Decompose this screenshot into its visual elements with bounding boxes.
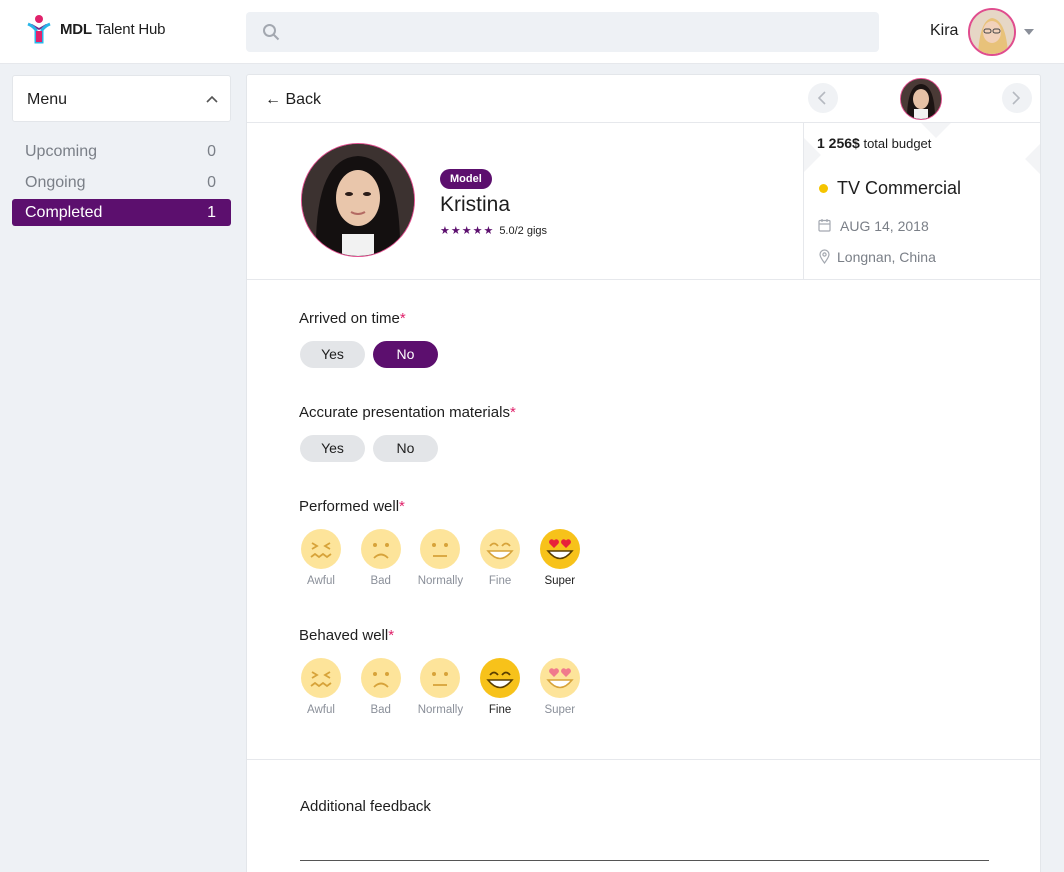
- star-icon: ★★★★★: [440, 225, 495, 237]
- feedback-label: Additional feedback: [300, 798, 431, 815]
- sidebar-item-count: 0: [207, 174, 216, 191]
- talent-photo: [301, 143, 415, 257]
- chevron-down-icon[interactable]: [1024, 29, 1034, 35]
- user-avatar[interactable]: [968, 8, 1016, 56]
- question-arrived-label: Arrived on time*: [299, 310, 406, 327]
- talent-name: Kristina: [440, 193, 511, 216]
- user-name[interactable]: Kira: [930, 22, 958, 40]
- performed-normally-label: Normally: [417, 575, 464, 587]
- next-talent-button[interactable]: [1002, 83, 1032, 113]
- logo-text: MDL Talent Hub: [60, 20, 166, 38]
- awful-face-icon: [301, 529, 341, 569]
- back-button[interactable]: ← Back: [265, 91, 321, 109]
- status-dot: [819, 184, 828, 193]
- normally-face-icon: [420, 529, 461, 569]
- super-face-icon: [539, 529, 580, 569]
- prev-talent-button[interactable]: [808, 83, 838, 113]
- performed-awful-label: Awful: [307, 575, 335, 587]
- performed-bad-option[interactable]: [360, 528, 402, 570]
- sidebar-item-ongoing[interactable]: Ongoing 0: [12, 169, 231, 196]
- chevron-left-icon: [817, 91, 826, 105]
- gig-title: TV Commercial: [837, 178, 962, 198]
- performed-super-label: Super: [544, 575, 576, 587]
- review-card: ← Back Model Kristina ★★★★★ 5.0/2 gigs 1…: [246, 74, 1041, 872]
- role-badge: Model: [440, 169, 492, 189]
- normally-face-icon: [420, 658, 461, 698]
- menu-header[interactable]: Menu: [12, 75, 231, 122]
- question-performed-label: Performed well*: [299, 498, 405, 515]
- chevron-up-icon[interactable]: [206, 95, 218, 103]
- review-topbar: ← Back: [247, 75, 1040, 123]
- behaved-normally-option[interactable]: [419, 657, 461, 699]
- gig-budget: 1 256$ total budget: [817, 135, 932, 151]
- performed-fine-label: Fine: [488, 575, 512, 587]
- gig-location: Longnan, China: [837, 249, 936, 265]
- awful-face-icon: [301, 658, 341, 698]
- menu-title: Menu: [27, 91, 68, 108]
- talent-profile: Model Kristina ★★★★★ 5.0/2 gigs 1 256$ t…: [247, 123, 1040, 280]
- sidebar-item-count: 0: [207, 143, 216, 160]
- sidebar-item-label: Upcoming: [25, 143, 98, 160]
- background-pattern: [1025, 142, 1040, 176]
- sidebar-item-completed[interactable]: Completed 1: [12, 199, 231, 226]
- behaved-bad-label: Bad: [370, 704, 391, 716]
- performed-awful-option[interactable]: [300, 528, 342, 570]
- search-input[interactable]: [246, 12, 879, 52]
- app-logo[interactable]: MDL Talent Hub: [26, 14, 166, 44]
- super-face-icon: [539, 658, 580, 698]
- performed-fine-option[interactable]: [479, 528, 521, 570]
- sidebar-item-upcoming[interactable]: Upcoming 0: [12, 138, 231, 165]
- logo-icon: [27, 15, 51, 44]
- behaved-awful-label: Awful: [307, 704, 335, 716]
- fine-face-icon: [480, 658, 521, 698]
- feedback-input[interactable]: [300, 860, 989, 861]
- performed-normally-option[interactable]: [419, 528, 461, 570]
- section-divider: [247, 759, 1040, 760]
- user-avatar-image: [970, 10, 1014, 54]
- location-pin-icon: [819, 249, 830, 264]
- calendar-icon: [818, 219, 831, 232]
- behaved-super-label: Super: [544, 704, 576, 716]
- behaved-normally-label: Normally: [417, 704, 464, 716]
- question-behaved-label: Behaved well*: [299, 627, 395, 644]
- fine-face-icon: [480, 529, 521, 569]
- arrived-no-button[interactable]: No: [373, 341, 438, 368]
- current-talent-avatar[interactable]: [900, 78, 942, 120]
- behaved-bad-option[interactable]: [360, 657, 402, 699]
- arrived-yes-button[interactable]: Yes: [300, 341, 365, 368]
- talent-photo-image: [302, 144, 414, 256]
- question-materials-label: Accurate presentation materials*: [299, 404, 516, 421]
- top-header: MDL Talent Hub Kira: [0, 0, 1064, 64]
- talent-avatar-image: [901, 79, 941, 119]
- materials-no-button[interactable]: No: [373, 435, 438, 462]
- search-icon: [263, 24, 280, 41]
- gig-date: AUG 14, 2018: [840, 218, 929, 234]
- bad-face-icon: [360, 658, 401, 698]
- chevron-right-icon: [1012, 91, 1021, 105]
- materials-yes-button[interactable]: Yes: [300, 435, 365, 462]
- talent-rating: ★★★★★ 5.0/2 gigs: [440, 224, 548, 238]
- behaved-awful-option[interactable]: [300, 657, 342, 699]
- sidebar-item-label: Ongoing: [25, 174, 86, 191]
- gig-summary: 1 256$ total budget TV Commercial AUG 14…: [803, 123, 1040, 280]
- performed-super-option[interactable]: [539, 528, 581, 570]
- sidebar-item-label: Completed: [25, 204, 103, 221]
- behaved-fine-label: Fine: [488, 704, 512, 716]
- behaved-fine-option[interactable]: [479, 657, 521, 699]
- performed-bad-label: Bad: [370, 575, 391, 587]
- bad-face-icon: [360, 529, 401, 569]
- behaved-super-option[interactable]: [539, 657, 581, 699]
- sidebar-item-count: 1: [207, 204, 216, 221]
- rating-text: 5.0/2 gigs: [499, 224, 548, 237]
